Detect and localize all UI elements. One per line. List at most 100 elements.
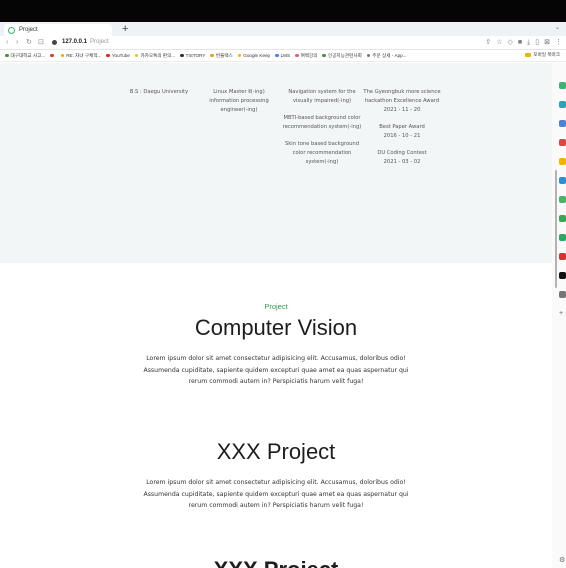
sidebar-settings-icon[interactable]: ⚙ (559, 556, 565, 564)
project-item-line: MBTI-based background color (283, 115, 361, 121)
sidebar-toggle-icon[interactable]: ⊡ (38, 38, 44, 47)
menu-icon[interactable]: ⋮ (555, 38, 562, 47)
share-icon[interactable]: ⇧ (485, 38, 491, 47)
bookmark-item[interactable]: 대구대학교 사고... (5, 53, 45, 59)
bookmark-favicon-icon (60, 53, 65, 58)
awards-column: The Gyeongbuk more science hackathon Exce… (362, 88, 442, 175)
award-item-line: hackathon Excellence Award (364, 98, 440, 104)
education-item-line: B.S : Daegu University (129, 89, 189, 95)
extension-icon[interactable] (559, 196, 566, 203)
bookmark-favicon-icon (322, 53, 326, 58)
reader-icon[interactable]: ▯ (535, 38, 539, 47)
bookmark-folder-mobile[interactable]: 모바일 북마크 (525, 52, 560, 58)
bookmark-label: TISTORY (185, 53, 206, 58)
project-item: Skin tone based background color recommen… (277, 140, 367, 167)
bookmark-item[interactable]: RE: 자녀 구체적... (60, 52, 102, 59)
bookmark-favicon-icon (237, 53, 242, 58)
new-tab-button[interactable]: + (122, 22, 128, 36)
bookmark-item[interactable]: 카카오톡의 판의... (134, 53, 175, 59)
tab-strip: Project + ⌄ (0, 22, 566, 36)
bookmark-favicon-icon (5, 53, 9, 58)
project-item: Navigation system for the visually impair… (277, 88, 367, 106)
project-item-line: visually impaired(-ing) (292, 98, 352, 104)
forward-icon[interactable]: › (16, 38, 18, 47)
extension-icon[interactable] (559, 158, 566, 165)
certificate-item-line: engineer(-ing) (220, 107, 258, 113)
scroll-thumb[interactable] (555, 170, 557, 288)
bookmark-label: Google Keep (243, 53, 271, 58)
project-item-line: Skin tone based background (284, 141, 359, 147)
address-bar: ‹ › ↻ ⊡ 127.0.0.1 Project ⇧ ☆ ◇ ■ ⤓ ▯ ⊠ … (0, 36, 566, 50)
project-section-2: XXX Project Lorem ipsum dolor sit amet c… (0, 439, 552, 512)
certificates-column: Linux Master Ⅱ(-ing) information processi… (204, 88, 274, 123)
extension-icon[interactable] (559, 215, 566, 222)
bookmark-item[interactable]: 여백강의 (295, 53, 317, 59)
bookmarks-bar: 대구대학교 사고... RE: 자녀 구체적... YouTube 카카오톡의 판의.… (0, 50, 566, 62)
bookmark-label: 대구대학교 사고... (10, 52, 46, 58)
bookmark-label: RE: 자녀 구체적... (66, 52, 102, 58)
award-item-line: Best Paper Award (379, 124, 425, 130)
extension-icon[interactable] (559, 177, 566, 184)
add-extension-icon[interactable]: + (559, 310, 566, 317)
bookmark-item[interactable]: YouTube (106, 53, 130, 58)
bookmark-item[interactable]: TISTORY (180, 53, 205, 58)
project-item-line: system(-ing) (305, 159, 339, 165)
bookmark-item[interactable]: 인공지능관련사회 (322, 52, 362, 59)
url-page-title: Project (90, 39, 109, 45)
url-host: 127.0.0.1 (62, 39, 88, 45)
extension-icon[interactable] (559, 291, 566, 298)
award-item-line: 2016 - 10 - 21 (383, 133, 421, 139)
page-viewport: B.S : Daegu University Linux Master Ⅱ(-i… (0, 63, 552, 568)
site-info-icon[interactable] (52, 40, 57, 45)
tab-list-chevron-icon[interactable]: ⌄ (555, 24, 560, 31)
award-item: The Gyeongbuk more science hackathon Exce… (362, 88, 442, 115)
education-column: B.S : Daegu University (124, 88, 194, 105)
download-icon[interactable]: ⤓ (527, 38, 530, 47)
bookmark-favicon-icon (50, 53, 54, 58)
bookmark-item[interactable]: 주문 상세 - App... (366, 52, 407, 59)
certificate-item-line: Linux Master Ⅱ(-ing) (213, 89, 265, 95)
bookmark-favicon-icon (366, 53, 371, 58)
extension-icon[interactable] (559, 253, 566, 260)
project-title-3: XXX Project (0, 557, 552, 568)
award-item-line: 2021 - 03 - 02 (383, 159, 421, 165)
tab-project[interactable]: Project (4, 24, 112, 36)
project-item-line: color recommendation (292, 150, 352, 156)
project-item-line: Navigation system for the (288, 89, 356, 95)
education-item: B.S : Daegu University (124, 88, 194, 97)
reload-icon[interactable]: ↻ (26, 38, 32, 47)
window-top-bar (0, 0, 566, 22)
toolbar-icons: ⇧ ☆ ◇ ■ ⤓ ▯ ⊠ ⋮ (485, 38, 562, 47)
bookmark-item[interactable]: 번플렉스 (210, 53, 233, 59)
bookmark-folder-label: 모바일 북마크 (533, 52, 560, 57)
bookmark-label: 주문 상세 - App... (372, 52, 407, 58)
split-view-icon[interactable]: ⊠ (544, 38, 550, 47)
award-item: Best Paper Award 2016 - 10 - 21 (362, 123, 442, 141)
extension-icon[interactable] (559, 120, 566, 127)
tab-title: Project (19, 27, 38, 33)
profile-icon[interactable]: ■ (518, 38, 522, 47)
back-icon[interactable]: ‹ (6, 38, 8, 47)
award-item-line: DU Coding Contest (377, 150, 427, 156)
project-title-1: Computer Vision (194, 315, 358, 340)
folder-icon (525, 52, 532, 58)
extension-icon[interactable] (559, 234, 566, 241)
url-field[interactable]: 127.0.0.1 Project (52, 38, 109, 47)
extension-icon[interactable] (559, 272, 566, 279)
bookmark-item[interactable]: LMS (275, 53, 290, 58)
bookmark-favicon-icon (180, 53, 184, 58)
bookmark-item[interactable] (50, 53, 56, 58)
award-item-line: 2021 - 11 - 20 (383, 107, 421, 113)
extension-icon[interactable]: ◇ (508, 38, 513, 47)
extension-icon[interactable] (559, 139, 566, 146)
bookmark-star-icon[interactable]: ☆ (496, 38, 502, 47)
award-item: DU Coding Contest 2021 - 03 - 02 (362, 149, 442, 167)
extension-sidebar: + (559, 82, 566, 317)
bookmark-item[interactable]: Google Keep (237, 53, 271, 58)
extension-icon[interactable] (559, 101, 566, 108)
bookmark-label: YouTube (111, 53, 130, 58)
extension-icon[interactable] (559, 82, 566, 89)
bookmark-label: 여백강의 (300, 52, 318, 58)
bookmark-label: 인공지능관련사회 (327, 52, 362, 58)
bookmark-favicon-icon (275, 53, 279, 58)
